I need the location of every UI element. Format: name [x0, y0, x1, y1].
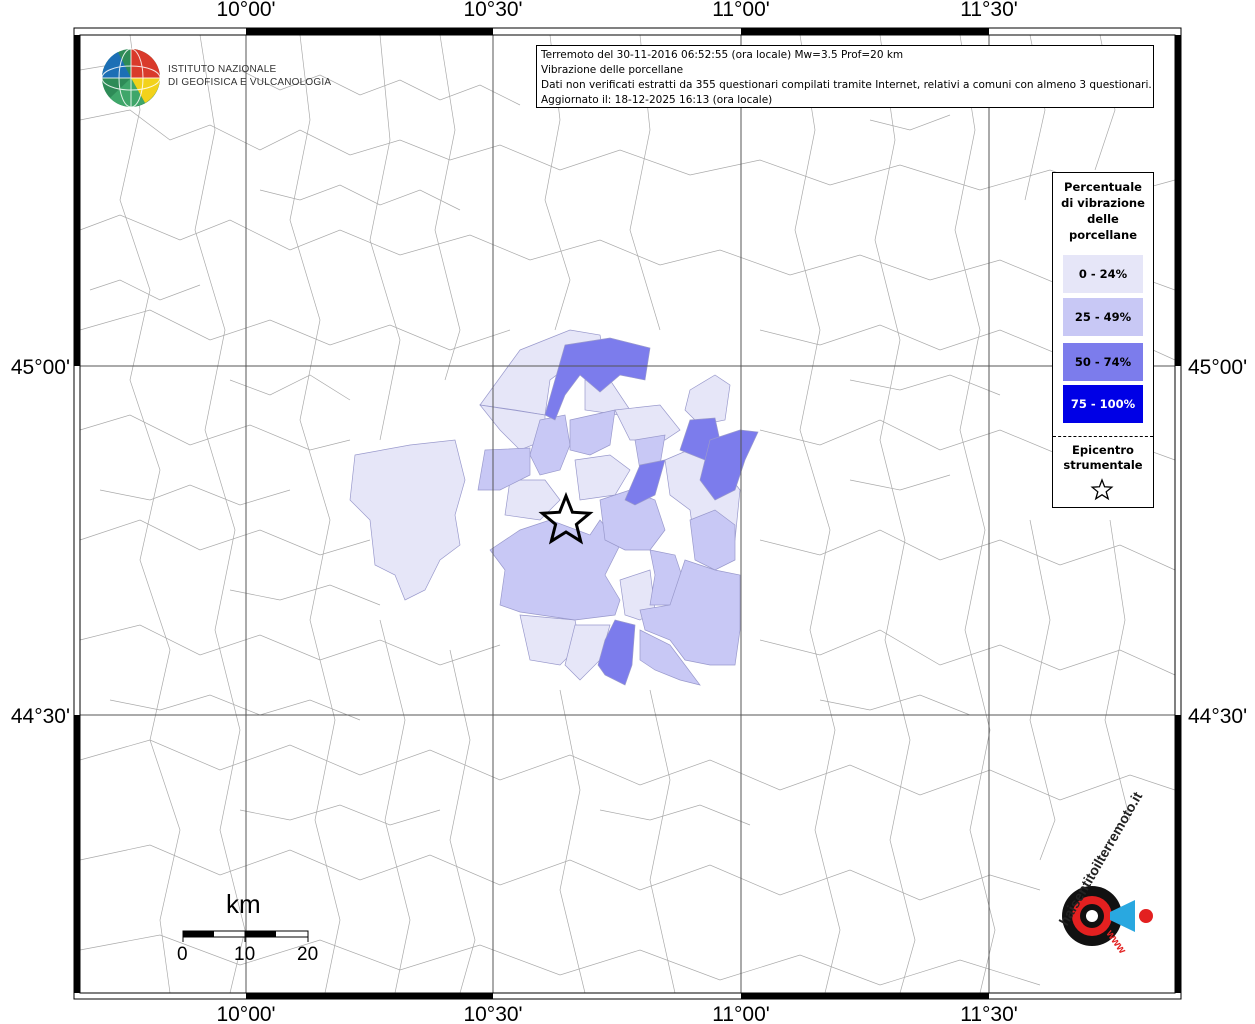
scale-bar-label: 20 — [297, 944, 319, 965]
lat-tick-right: 45°00' — [1188, 356, 1247, 379]
legend-title-line: delle — [1087, 212, 1119, 226]
lat-tick-left: 45°00' — [11, 356, 70, 379]
ingv-logo-text: ISTITUTO NAZIONALE DI GEOFISICA E VULCAN… — [168, 63, 331, 89]
legend-class-50-74: 50 - 74% — [1063, 343, 1143, 381]
ingv-logo-line2: DI GEOFISICA E VULCANOLOGIA — [168, 77, 332, 88]
legend-separator — [1053, 436, 1153, 437]
lat-tick-right: 44°30' — [1188, 705, 1247, 728]
scale-bar-label: 10 — [234, 944, 256, 965]
lon-tick-top: 11°30' — [960, 0, 1018, 21]
epicenter-legend-line: Epicentro — [1072, 443, 1134, 457]
legend-class-25-49: 25 - 49% — [1063, 298, 1143, 336]
legend-title-line: porcellane — [1068, 228, 1138, 242]
update-timestamp: Aggiornato il: 18-12-2025 16:13 (ora loc… — [541, 94, 773, 106]
legend-title-line: Percentuale — [1064, 180, 1142, 194]
map-legend: Percentuale di vibrazione delle porcella… — [1052, 172, 1154, 508]
lon-tick-top: 10°30' — [463, 0, 522, 21]
epicenter-legend-star-icon — [1090, 478, 1114, 501]
event-info-box: Terremoto del 30-11-2016 06:52:55 (ora l… — [536, 45, 1154, 108]
lon-tick-top: 10°00' — [216, 0, 275, 21]
lon-tick-bottom: 11°00' — [712, 1003, 770, 1024]
lon-tick-bottom: 11°30' — [960, 1003, 1018, 1024]
ingv-logo-icon — [101, 48, 161, 108]
lon-tick-top: 11°00' — [712, 0, 770, 21]
legend-class-75-100: 75 - 100% — [1063, 385, 1143, 423]
epicenter-legend-line: strumentale — [1063, 458, 1143, 472]
lat-tick-left: 44°30' — [11, 705, 70, 728]
lon-tick-bottom: 10°30' — [463, 1003, 522, 1024]
legend-title-line: di vibrazione — [1061, 196, 1145, 210]
event-info-line: Terremoto del 30-11-2016 06:52:55 (ora l… — [541, 49, 904, 61]
map-subject: Vibrazione delle porcellane — [541, 64, 684, 76]
data-disclaimer: Dati non verificati estratti da 355 ques… — [541, 79, 1152, 91]
scale-bar-label: 0 — [177, 944, 188, 965]
scale-bar-unit: km — [226, 889, 261, 919]
epicenter-legend-label: Epicentro strumentale — [1053, 443, 1153, 473]
legend-class-0-24: 0 - 24% — [1063, 255, 1143, 293]
lon-tick-bottom: 10°00' — [216, 1003, 275, 1024]
intensity-map: 10°00' 10°30' 11°00' 11°30' 10°00' 10°30… — [11, 0, 1247, 1024]
legend-title: Percentuale di vibrazione delle porcella… — [1053, 179, 1153, 243]
ingv-logo-line1: ISTITUTO NAZIONALE — [168, 64, 277, 75]
